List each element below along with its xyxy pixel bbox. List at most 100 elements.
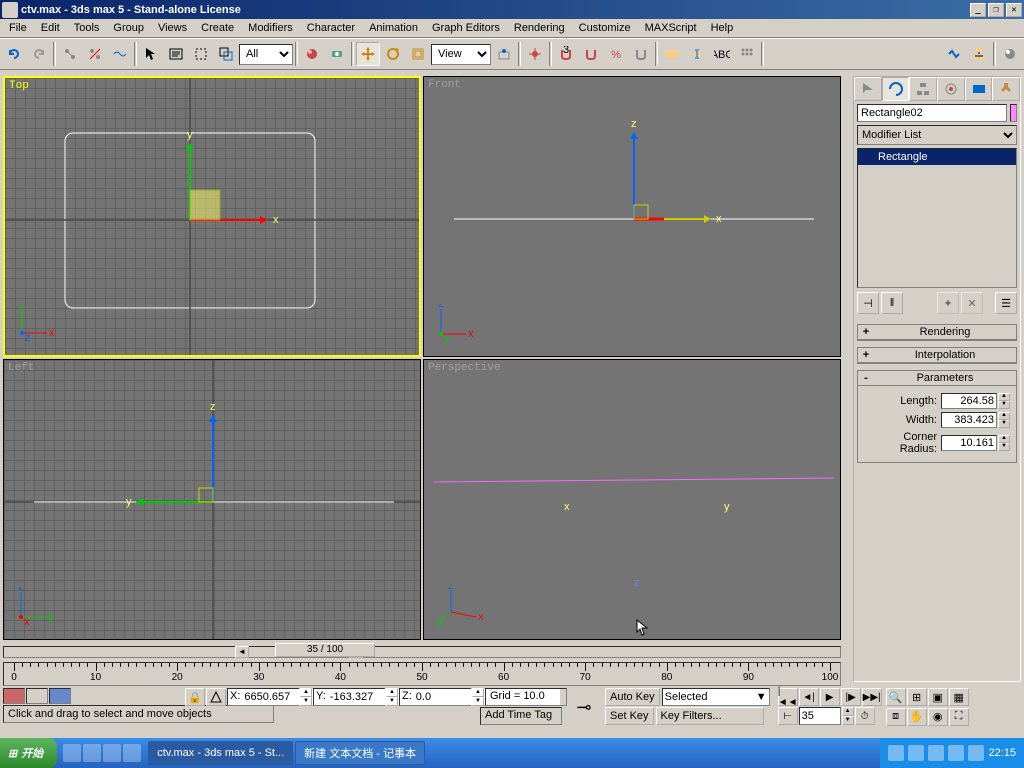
length-spinner[interactable]: ▲▼	[998, 393, 1010, 409]
taskbar-app-notepad[interactable]: 新建 文本文档 - 记事本	[295, 741, 425, 765]
quicklaunch-icon[interactable]	[123, 744, 141, 762]
clock[interactable]: 22:15	[988, 747, 1016, 759]
key-lock-icon[interactable]: ⊸	[567, 688, 601, 726]
viewport-left[interactable]: Left y z y z x	[3, 359, 421, 640]
tray-icon[interactable]	[948, 745, 964, 761]
menu-create[interactable]: Create	[194, 20, 241, 36]
array-button[interactable]	[735, 42, 759, 66]
redo-button[interactable]	[27, 42, 51, 66]
goto-end-button[interactable]: ▶▶|	[862, 688, 882, 706]
window-crossing-button[interactable]	[214, 42, 238, 66]
pin-stack-button[interactable]: ⊣	[857, 292, 879, 314]
selection-filter-dropdown[interactable]: All	[239, 44, 293, 65]
ref-coord-dropdown[interactable]: View	[431, 44, 491, 65]
select-by-name-button[interactable]	[164, 42, 188, 66]
add-time-tag[interactable]: Add Time Tag	[480, 707, 562, 725]
tab-modify[interactable]	[882, 77, 910, 101]
menu-tools[interactable]: Tools	[67, 20, 107, 36]
remove-modifier-button[interactable]: ✕	[961, 292, 983, 314]
selection-lock-red[interactable]	[3, 688, 25, 704]
unlink-button[interactable]	[83, 42, 107, 66]
current-frame-field[interactable]	[799, 707, 841, 725]
zoom-extents-button[interactable]: ▣	[928, 688, 948, 706]
modifier-stack[interactable]: Rectangle	[857, 148, 1017, 288]
tray-icon[interactable]	[908, 745, 924, 761]
menu-character[interactable]: Character	[300, 20, 362, 36]
prev-frame-button[interactable]: ◄|	[799, 688, 819, 706]
angle-snap-button[interactable]	[579, 42, 603, 66]
configure-sets-button[interactable]: ☰	[995, 292, 1017, 314]
menu-customize[interactable]: Customize	[572, 20, 638, 36]
tab-motion[interactable]	[937, 77, 965, 101]
width-field[interactable]	[941, 412, 997, 428]
key-selection-dropdown[interactable]: Selected▼	[662, 688, 770, 706]
viewport-top[interactable]: Top x y x y z	[3, 76, 421, 357]
rollout-toggle[interactable]: -	[858, 372, 874, 384]
move-button[interactable]	[356, 42, 380, 66]
minimize-button[interactable]: _	[970, 3, 986, 17]
percent-snap-button[interactable]: %	[604, 42, 628, 66]
render-scene-button[interactable]	[325, 42, 349, 66]
corner-radius-spinner[interactable]: ▲▼	[998, 435, 1010, 451]
length-field[interactable]	[941, 393, 997, 409]
time-config-button[interactable]: ⏱	[855, 707, 875, 725]
selection-lock[interactable]	[26, 688, 48, 704]
maximize-viewport-button[interactable]: ⛶	[949, 708, 969, 726]
zoom-extents-all-button[interactable]: ▦	[949, 688, 969, 706]
time-ruler[interactable]: 0102030405060708090100	[3, 662, 841, 686]
tray-icon[interactable]	[968, 745, 984, 761]
viewport-front[interactable]: Front x z x z y	[423, 76, 841, 357]
z-field[interactable]: Z:	[399, 688, 471, 706]
arc-rotate-button[interactable]: ◉	[928, 708, 948, 726]
menu-help[interactable]: Help	[704, 20, 741, 36]
menu-file[interactable]: File	[2, 20, 34, 36]
setkey-button[interactable]: Set Key	[605, 707, 654, 725]
autokey-button[interactable]: Auto Key	[605, 688, 660, 706]
close-button[interactable]: ✕	[1006, 3, 1022, 17]
pan-button[interactable]: ✋	[907, 708, 927, 726]
snap-toggle-button[interactable]: 3	[554, 42, 578, 66]
goto-start-button[interactable]: |◄◄	[778, 688, 798, 706]
tray-icon[interactable]	[888, 745, 904, 761]
quicklaunch-icon[interactable]	[63, 744, 81, 762]
show-end-result-button[interactable]: ‖	[881, 292, 903, 314]
menu-rendering[interactable]: Rendering	[507, 20, 572, 36]
named-selection-button[interactable]	[660, 42, 684, 66]
lock-selection-button[interactable]: 🔒	[185, 688, 205, 706]
material-editor-button[interactable]	[300, 42, 324, 66]
key-filters-button[interactable]: Key Filters...	[656, 707, 764, 725]
zoom-all-button[interactable]: ⊞	[907, 688, 927, 706]
object-name-field[interactable]	[857, 104, 1007, 122]
quicklaunch-icon[interactable]	[83, 744, 101, 762]
menu-views[interactable]: Views	[151, 20, 194, 36]
tab-hierarchy[interactable]	[909, 77, 937, 101]
key-mode-button[interactable]: ⊢	[778, 707, 798, 725]
menu-edit[interactable]: Edit	[34, 20, 67, 36]
rollout-toggle[interactable]: +	[858, 349, 874, 361]
zoom-button[interactable]: 🔍	[886, 688, 906, 706]
modifier-list-dropdown[interactable]: Modifier List	[857, 125, 1017, 145]
scale-button[interactable]	[406, 42, 430, 66]
tab-create[interactable]	[854, 77, 882, 101]
menu-animation[interactable]: Animation	[362, 20, 425, 36]
taskbar-app-3dsmax[interactable]: ctv.max - 3ds max 5 - St...	[148, 741, 293, 765]
time-slider-thumb[interactable]: 35 / 100	[275, 643, 375, 657]
quicklaunch-icon[interactable]	[103, 744, 121, 762]
start-button[interactable]: ⊞开始	[0, 738, 57, 768]
align-button[interactable]: ABC	[710, 42, 734, 66]
abs-rel-button[interactable]	[206, 688, 226, 706]
object-color-swatch[interactable]	[1010, 104, 1017, 122]
link-button[interactable]	[58, 42, 82, 66]
undo-button[interactable]	[2, 42, 26, 66]
x-field[interactable]: X:	[227, 688, 299, 706]
next-frame-button[interactable]: |▶	[841, 688, 861, 706]
selection-lock-blue[interactable]	[49, 688, 71, 704]
region-zoom-button[interactable]: ⧈	[886, 708, 906, 726]
trackview-button[interactable]	[942, 42, 966, 66]
bind-spacewarp-button[interactable]	[108, 42, 132, 66]
tab-display[interactable]	[965, 77, 993, 101]
menu-modifiers[interactable]: Modifiers	[241, 20, 300, 36]
mirror-button[interactable]	[685, 42, 709, 66]
restore-button[interactable]: ❐	[988, 3, 1004, 17]
select-button[interactable]	[139, 42, 163, 66]
